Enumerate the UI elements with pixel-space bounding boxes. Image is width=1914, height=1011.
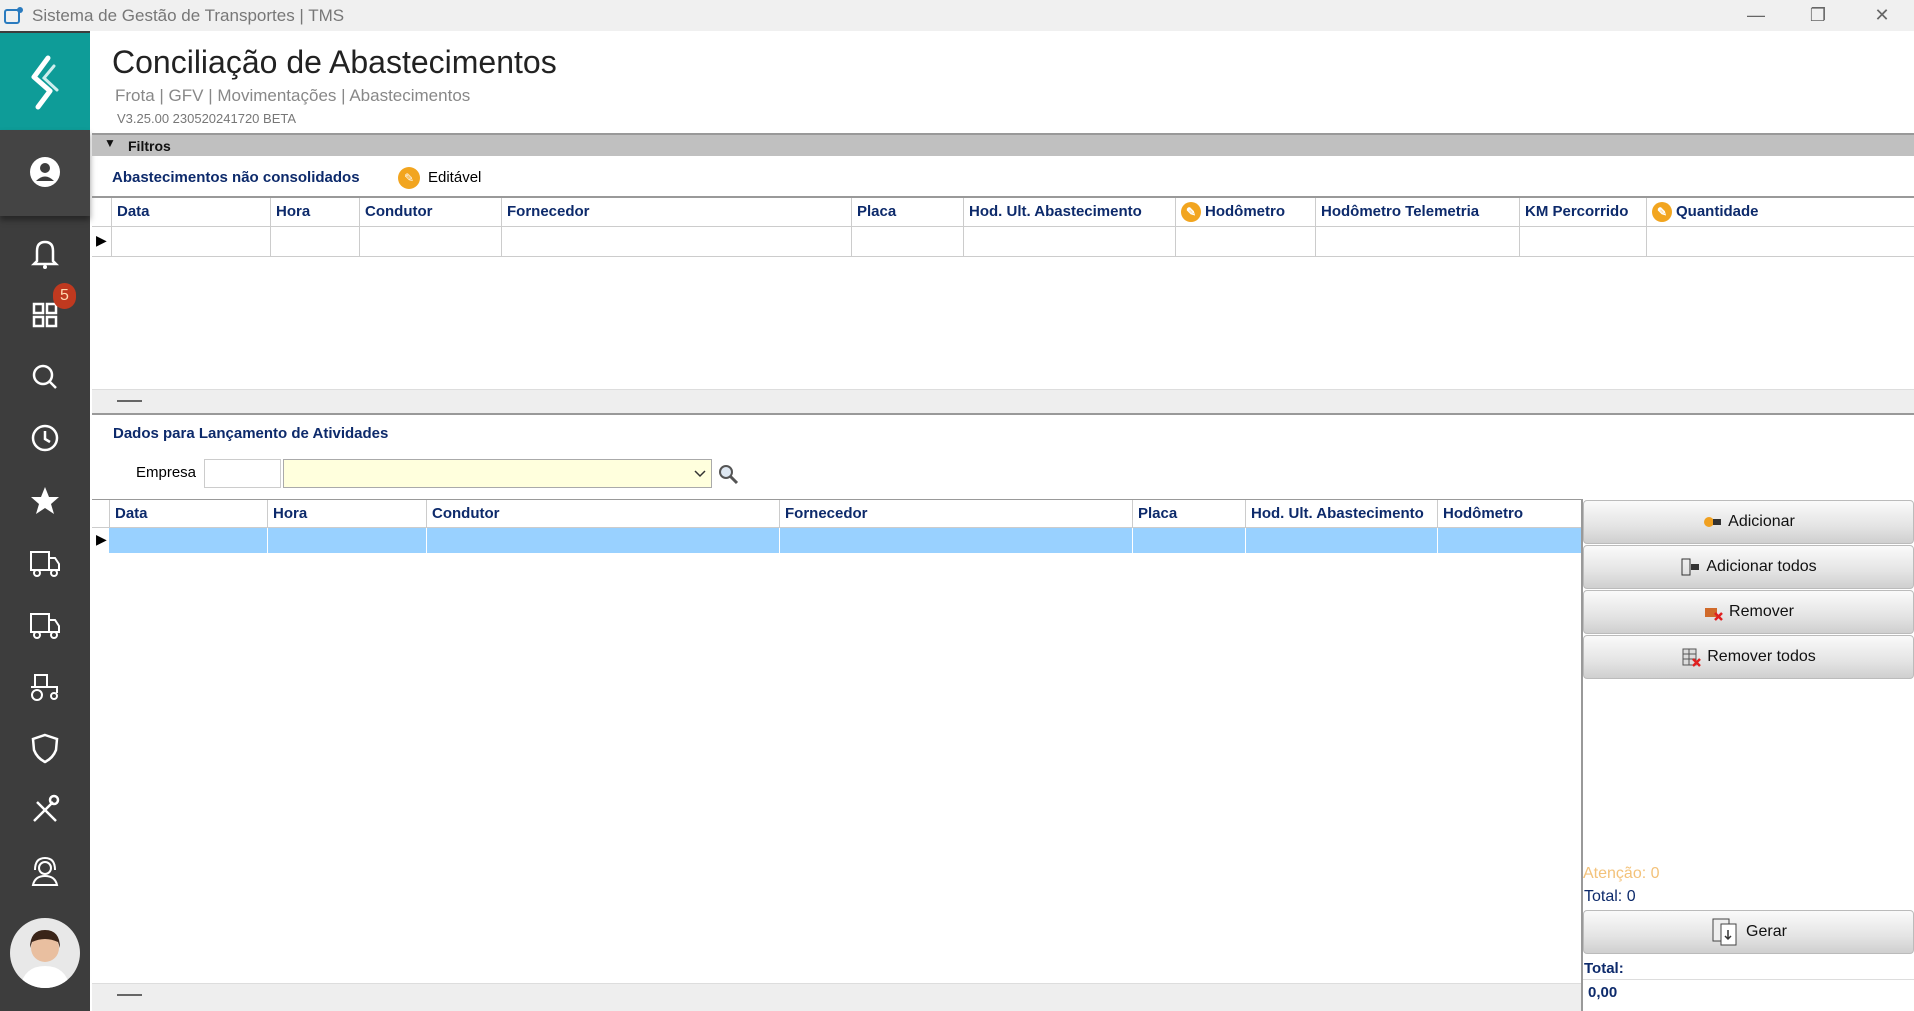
col-hod-ult[interactable]: Hod. Ult. Abastecimento xyxy=(1245,500,1424,527)
generate-button[interactable]: Gerar xyxy=(1583,910,1914,954)
tractor-icon[interactable] xyxy=(25,666,65,706)
add-all-icon xyxy=(1681,558,1700,576)
col-km[interactable]: KM Percorrido xyxy=(1519,198,1628,226)
user-icon[interactable] xyxy=(25,152,65,192)
grid-header: Data Hora Condutor Fornecedor Placa Hod.… xyxy=(92,198,1914,227)
col-condutor[interactable]: Condutor xyxy=(426,500,499,527)
grid-splitter[interactable] xyxy=(92,983,1581,1011)
close-button[interactable]: ✕ xyxy=(1862,2,1902,28)
page-title: Conciliação de Abastecimentos xyxy=(112,44,557,80)
document-icon xyxy=(1712,918,1737,946)
add-all-button[interactable]: Adicionar todos xyxy=(1583,545,1914,589)
total-label: Total: xyxy=(1584,960,1624,977)
table-row[interactable]: ▶ xyxy=(92,528,1581,553)
col-hora[interactable]: Hora xyxy=(267,500,307,527)
remove-button[interactable]: Remover xyxy=(1583,590,1914,634)
add-button[interactable]: Adicionar xyxy=(1583,500,1914,544)
shield-icon[interactable] xyxy=(25,728,65,768)
logo-icon xyxy=(31,55,59,110)
col-quantidade[interactable]: ✎ Quantidade xyxy=(1646,198,1759,226)
unconsolidated-title: Abastecimentos não consolidados xyxy=(112,169,360,186)
history-icon[interactable] xyxy=(25,418,65,458)
launch-grid: Data Hora Condutor Fornecedor Placa Hod.… xyxy=(92,499,1581,983)
col-hodometro[interactable]: Hodômetro xyxy=(1437,500,1523,527)
col-fornecedor[interactable]: Fornecedor xyxy=(779,500,868,527)
truck-icon[interactable] xyxy=(25,543,65,583)
remove-all-button[interactable]: Remover todos xyxy=(1583,635,1914,679)
empresa-label: Empresa xyxy=(136,464,197,481)
tools-icon[interactable] xyxy=(25,790,65,830)
pencil-icon: ✎ xyxy=(1652,202,1672,222)
total-count: Total: 0 xyxy=(1584,888,1636,905)
col-placa[interactable]: Placa xyxy=(1132,500,1177,527)
col-data[interactable]: Data xyxy=(111,198,150,226)
filters-toggle[interactable]: ▼ Filtros xyxy=(92,133,1914,156)
row-indicator-icon: ▶ xyxy=(96,232,107,248)
pencil-icon: ✎ xyxy=(398,167,420,189)
breadcrumb: Frota | GFV | Movimentações | Abastecime… xyxy=(115,86,471,105)
grid-splitter[interactable] xyxy=(92,389,1914,413)
search-icon[interactable] xyxy=(25,357,65,397)
row-indicator-icon: ▶ xyxy=(96,531,107,547)
editable-label: Editável xyxy=(428,169,482,186)
search-icon[interactable] xyxy=(717,463,739,485)
col-data[interactable]: Data xyxy=(109,500,148,527)
filters-label: Filtros xyxy=(128,138,171,154)
table-row[interactable]: ▶ xyxy=(92,227,1914,257)
col-hod-ult[interactable]: Hod. Ult. Abastecimento xyxy=(963,198,1142,226)
chevron-down-icon: ▼ xyxy=(104,136,116,150)
empresa-code-input[interactable] xyxy=(204,459,281,488)
pencil-icon: ✎ xyxy=(1181,202,1201,222)
col-placa[interactable]: Placa xyxy=(851,198,896,226)
attention-count: Atenção: 0 xyxy=(1583,865,1660,882)
chevron-down-icon[interactable] xyxy=(692,466,708,482)
bell-icon[interactable] xyxy=(25,233,65,273)
notification-badge: 5 xyxy=(53,283,76,309)
col-hora[interactable]: Hora xyxy=(270,198,310,226)
window-title: Sistema de Gestão de Transportes | TMS xyxy=(32,6,345,25)
total-value: 0,00 xyxy=(1588,984,1618,1001)
remove-all-icon xyxy=(1682,648,1702,667)
launch-title: Dados para Lançamento de Atividades xyxy=(113,425,389,442)
col-hodometro[interactable]: ✎ Hodômetro xyxy=(1175,198,1285,226)
title-bar: Sistema de Gestão de Transportes | TMS —… xyxy=(0,0,1914,31)
avatar[interactable] xyxy=(10,918,80,988)
restore-button[interactable]: ❐ xyxy=(1798,2,1838,28)
app-logo[interactable] xyxy=(0,33,90,130)
version-label: V3.25.00 230520241720 BETA xyxy=(117,111,297,126)
remove-icon xyxy=(1705,608,1723,621)
col-condutor[interactable]: Condutor xyxy=(359,198,432,226)
col-hod-telemetria[interactable]: Hodômetro Telemetria xyxy=(1315,198,1479,226)
truck-2-icon[interactable] xyxy=(25,605,65,645)
add-icon xyxy=(1704,517,1722,527)
empresa-select[interactable] xyxy=(283,459,712,488)
minimize-button[interactable]: — xyxy=(1736,2,1776,28)
support-icon[interactable] xyxy=(25,852,65,892)
app-icon xyxy=(4,7,23,24)
star-icon[interactable] xyxy=(25,481,65,521)
unconsolidated-grid: Data Hora Condutor Fornecedor Placa Hod.… xyxy=(92,196,1914,388)
col-fornecedor[interactable]: Fornecedor xyxy=(501,198,590,226)
